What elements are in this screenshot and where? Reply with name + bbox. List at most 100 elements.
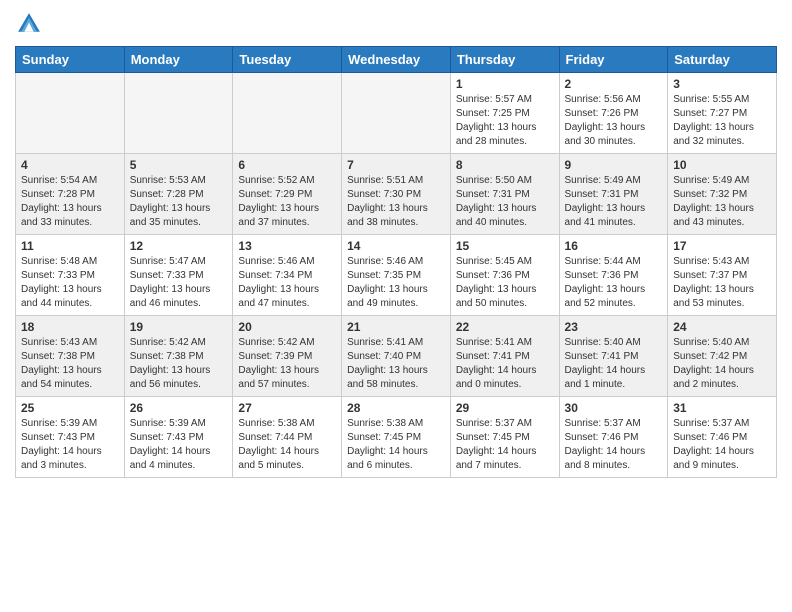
day-number: 11 [21,239,119,253]
day-number: 22 [456,320,554,334]
calendar-cell: 12Sunrise: 5:47 AM Sunset: 7:33 PM Dayli… [124,235,233,316]
calendar-header-tuesday: Tuesday [233,47,342,73]
calendar-cell [233,73,342,154]
calendar-header-saturday: Saturday [668,47,777,73]
page: SundayMondayTuesdayWednesdayThursdayFrid… [0,0,792,612]
calendar-cell: 14Sunrise: 5:46 AM Sunset: 7:35 PM Dayli… [342,235,451,316]
day-info: Sunrise: 5:46 AM Sunset: 7:34 PM Dayligh… [238,255,336,311]
day-number: 7 [347,158,445,172]
calendar-cell: 3Sunrise: 5:55 AM Sunset: 7:27 PM Daylig… [668,73,777,154]
calendar-cell: 26 Sunrise: 5:39 AM Sunset: 7:43 PM Dayli… [124,397,233,478]
day-number: 1 [456,77,554,91]
day-number: 17 [673,239,771,253]
day-info: Sunrise: 5:45 AM Sunset: 7:36 PM Dayligh… [456,255,554,311]
day-info: Sunrise: 5:38 AM Sunset: 7:44 PM Dayligh… [238,417,336,473]
day-info: Sunrise: 5:39 AM Sunset: 7:43 PM Dayligh… [130,417,228,473]
day-number: 10 [673,158,771,172]
day-info: Sunrise: 5:47 AM Sunset: 7:33 PM Dayligh… [130,255,228,311]
calendar-cell: 23Sunrise: 5:40 AM Sunset: 7:41 PM Dayli… [559,316,668,397]
calendar-cell: 22 Sunrise: 5:41 AM Sunset: 7:41 PM Dayli… [450,316,559,397]
day-info: Sunrise: 5:39 AM Sunset: 7:43 PM Dayligh… [21,417,119,473]
calendar-week-row: 1 Sunrise: 5:57 AM Sunset: 7:25 PM Daylig… [16,73,777,154]
calendar-week-row: 25 Sunrise: 5:39 AM Sunset: 7:43 PM Dayli… [16,397,777,478]
day-number: 2 [565,77,663,91]
day-info: Sunrise: 5:54 AM Sunset: 7:28 PM Dayligh… [21,174,119,230]
day-info: Sunrise: 5:37 AM Sunset: 7:45 PM Dayligh… [456,417,554,473]
day-number: 9 [565,158,663,172]
calendar-cell [124,73,233,154]
day-info: Sunrise: 5:43 AM Sunset: 7:38 PM Dayligh… [21,336,119,392]
calendar-cell: 20 Sunrise: 5:42 AM Sunset: 7:39 PM Dayli… [233,316,342,397]
calendar-cell: 27 Sunrise: 5:38 AM Sunset: 7:44 PM Dayli… [233,397,342,478]
calendar-cell: 18 Sunrise: 5:43 AM Sunset: 7:38 PM Dayli… [16,316,125,397]
day-info: Sunrise: 5:42 AM Sunset: 7:39 PM Dayligh… [238,336,336,392]
calendar-cell: 29 Sunrise: 5:37 AM Sunset: 7:45 PM Dayli… [450,397,559,478]
calendar-cell: 2Sunrise: 5:56 AM Sunset: 7:26 PM Daylig… [559,73,668,154]
day-info: Sunrise: 5:42 AM Sunset: 7:38 PM Dayligh… [130,336,228,392]
logo [15,10,47,38]
calendar-week-row: 18 Sunrise: 5:43 AM Sunset: 7:38 PM Dayli… [16,316,777,397]
calendar-cell: 1 Sunrise: 5:57 AM Sunset: 7:25 PM Daylig… [450,73,559,154]
calendar-cell: 7 Sunrise: 5:51 AM Sunset: 7:30 PM Daylig… [342,154,451,235]
header [15,10,777,38]
day-info: Sunrise: 5:51 AM Sunset: 7:30 PM Dayligh… [347,174,445,230]
calendar-cell [342,73,451,154]
calendar-header-thursday: Thursday [450,47,559,73]
calendar-cell: 9 Sunrise: 5:49 AM Sunset: 7:31 PM Daylig… [559,154,668,235]
day-number: 14 [347,239,445,253]
calendar-header-wednesday: Wednesday [342,47,451,73]
day-info: Sunrise: 5:38 AM Sunset: 7:45 PM Dayligh… [347,417,445,473]
day-number: 21 [347,320,445,334]
calendar-header-friday: Friday [559,47,668,73]
day-info: Sunrise: 5:41 AM Sunset: 7:41 PM Dayligh… [456,336,554,392]
calendar-table: SundayMondayTuesdayWednesdayThursdayFrid… [15,46,777,478]
day-number: 20 [238,320,336,334]
calendar-cell: 25 Sunrise: 5:39 AM Sunset: 7:43 PM Dayli… [16,397,125,478]
logo-icon [15,10,43,38]
calendar-cell: 31Sunrise: 5:37 AM Sunset: 7:46 PM Dayli… [668,397,777,478]
day-number: 5 [130,158,228,172]
day-number: 27 [238,401,336,415]
day-info: Sunrise: 5:49 AM Sunset: 7:32 PM Dayligh… [673,174,771,230]
day-info: Sunrise: 5:40 AM Sunset: 7:42 PM Dayligh… [673,336,771,392]
calendar-cell: 8 Sunrise: 5:50 AM Sunset: 7:31 PM Daylig… [450,154,559,235]
day-info: Sunrise: 5:37 AM Sunset: 7:46 PM Dayligh… [565,417,663,473]
calendar-cell: 24 Sunrise: 5:40 AM Sunset: 7:42 PM Dayli… [668,316,777,397]
day-number: 29 [456,401,554,415]
calendar-cell: 16Sunrise: 5:44 AM Sunset: 7:36 PM Dayli… [559,235,668,316]
day-number: 13 [238,239,336,253]
day-number: 25 [21,401,119,415]
day-number: 26 [130,401,228,415]
day-info: Sunrise: 5:50 AM Sunset: 7:31 PM Dayligh… [456,174,554,230]
calendar-cell: 17 Sunrise: 5:43 AM Sunset: 7:37 PM Dayli… [668,235,777,316]
day-number: 19 [130,320,228,334]
day-info: Sunrise: 5:55 AM Sunset: 7:27 PM Dayligh… [673,93,771,149]
calendar-cell: 21 Sunrise: 5:41 AM Sunset: 7:40 PM Dayli… [342,316,451,397]
calendar-week-row: 4 Sunrise: 5:54 AM Sunset: 7:28 PM Daylig… [16,154,777,235]
calendar-cell: 4 Sunrise: 5:54 AM Sunset: 7:28 PM Daylig… [16,154,125,235]
day-info: Sunrise: 5:43 AM Sunset: 7:37 PM Dayligh… [673,255,771,311]
calendar-cell: 15Sunrise: 5:45 AM Sunset: 7:36 PM Dayli… [450,235,559,316]
day-info: Sunrise: 5:37 AM Sunset: 7:46 PM Dayligh… [673,417,771,473]
day-number: 18 [21,320,119,334]
calendar-cell: 11Sunrise: 5:48 AM Sunset: 7:33 PM Dayli… [16,235,125,316]
day-number: 6 [238,158,336,172]
day-number: 28 [347,401,445,415]
day-info: Sunrise: 5:57 AM Sunset: 7:25 PM Dayligh… [456,93,554,149]
calendar-header-row: SundayMondayTuesdayWednesdayThursdayFrid… [16,47,777,73]
day-number: 8 [456,158,554,172]
day-info: Sunrise: 5:49 AM Sunset: 7:31 PM Dayligh… [565,174,663,230]
day-info: Sunrise: 5:52 AM Sunset: 7:29 PM Dayligh… [238,174,336,230]
day-number: 4 [21,158,119,172]
day-number: 24 [673,320,771,334]
calendar-cell: 10 Sunrise: 5:49 AM Sunset: 7:32 PM Dayli… [668,154,777,235]
day-number: 30 [565,401,663,415]
calendar-cell: 13 Sunrise: 5:46 AM Sunset: 7:34 PM Dayli… [233,235,342,316]
calendar-header-monday: Monday [124,47,233,73]
day-number: 23 [565,320,663,334]
day-info: Sunrise: 5:41 AM Sunset: 7:40 PM Dayligh… [347,336,445,392]
calendar-cell [16,73,125,154]
calendar-cell: 30 Sunrise: 5:37 AM Sunset: 7:46 PM Dayli… [559,397,668,478]
calendar-cell: 19 Sunrise: 5:42 AM Sunset: 7:38 PM Dayli… [124,316,233,397]
calendar-week-row: 11Sunrise: 5:48 AM Sunset: 7:33 PM Dayli… [16,235,777,316]
